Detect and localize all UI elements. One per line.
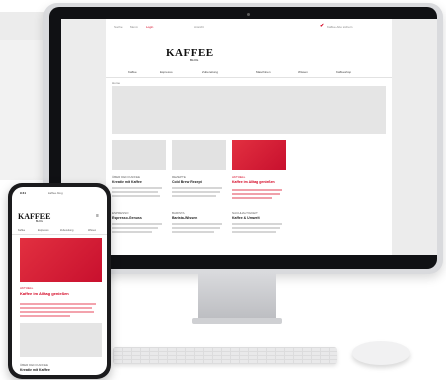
card-text-line	[232, 193, 280, 195]
card-text-line	[112, 231, 152, 233]
card-text-line	[232, 189, 282, 191]
mouse	[352, 341, 410, 365]
card-text-line	[172, 231, 214, 233]
card-tag: ESPRESSO	[112, 211, 129, 215]
featured-card-image[interactable]	[232, 140, 286, 170]
featured-text-line	[20, 307, 92, 309]
utility-link-login[interactable]: Login	[146, 25, 153, 29]
site-logo-sub: BLOG	[190, 58, 199, 62]
status-time: 9:41	[20, 191, 27, 195]
card-text-line	[232, 227, 280, 229]
breadcrumb[interactable]: Home	[112, 81, 120, 85]
nav-item-zubereitung[interactable]: Zubereitung	[60, 229, 73, 232]
site-logo-sub: BLOG	[36, 220, 43, 223]
card-text-line	[172, 227, 220, 229]
card-text-line	[112, 223, 162, 225]
card-text-line	[172, 191, 220, 193]
featured-text-line	[20, 303, 96, 305]
promo-icon: ✔	[320, 23, 325, 29]
utility-link-search[interactable]: Suche	[114, 25, 123, 29]
nav-item-kaffee[interactable]: Kaffee	[18, 229, 25, 232]
article-image[interactable]	[20, 323, 102, 357]
camera-icon	[247, 13, 250, 16]
featured-tag: AKTUELL	[20, 286, 34, 290]
featured-text-line	[20, 315, 70, 317]
menu-icon[interactable]: ≡	[96, 213, 99, 219]
hero-image[interactable]	[112, 86, 386, 134]
phone-screen: 9:41 kaffee.blog KAFFEE BLOG ≡ Kaffee Es…	[12, 187, 107, 375]
nav-item-zubereitung[interactable]: Zubereitung	[202, 70, 218, 74]
featured-image[interactable]	[20, 238, 102, 282]
nav-divider	[106, 77, 392, 78]
utility-link-menu[interactable]: Menü	[130, 25, 138, 29]
featured-title[interactable]: Kaffee im Alltag genießen	[20, 291, 100, 296]
card-tag: ÜBER DEN KAFFEE	[112, 175, 141, 179]
site-logo[interactable]: KAFFEE	[18, 212, 50, 221]
card-text-line	[112, 195, 160, 197]
card-image[interactable]	[172, 140, 226, 170]
nav-item-wissen[interactable]: Wissen	[88, 229, 96, 232]
card-image[interactable]	[112, 140, 166, 170]
promo-link[interactable]: Kaffee-Abo sichern	[327, 25, 352, 29]
utility-link-view[interactable]: Ansicht	[194, 25, 204, 29]
card-title[interactable]: Barista-Wissen	[172, 216, 226, 220]
card-text-line	[112, 187, 162, 189]
nav-item-kaffeeshop[interactable]: Kaffeeshop	[336, 70, 351, 74]
card-text-line	[232, 197, 272, 199]
monitor-foot	[192, 318, 282, 324]
card-text-line	[172, 195, 216, 197]
card-title[interactable]: Kaffee & Umwelt	[232, 216, 286, 220]
keyboard	[113, 347, 337, 364]
card-text-line	[112, 191, 158, 193]
article-tag: ÜBER DEN KAFFEE	[20, 363, 49, 367]
nav-item-espresso[interactable]: Espresso	[38, 229, 48, 232]
article-title[interactable]: Kreativ mit Kaffee	[20, 368, 50, 372]
nav-item-espresso[interactable]: Espresso	[160, 70, 173, 74]
card-text-line	[112, 227, 158, 229]
card-tag: REZEPTE	[172, 175, 186, 179]
address-bar[interactable]: kaffee.blog	[48, 191, 63, 195]
desktop-website: Suche Menü Login Ansicht ✔ Kaffee-Abo si…	[106, 19, 392, 255]
card-text-line	[232, 223, 282, 225]
card-tag: BARISTA	[172, 211, 185, 215]
card-text-line	[172, 223, 222, 225]
nav-item-maschinen[interactable]: Maschinen	[256, 70, 271, 74]
card-text-line	[172, 187, 222, 189]
featured-text-line	[20, 311, 94, 313]
nav-divider	[12, 234, 107, 235]
card-tag: AKTUELL	[232, 175, 246, 179]
card-title[interactable]: Kreativ mit Kaffee	[112, 180, 166, 184]
nav-item-wissen[interactable]: Wissen	[298, 70, 308, 74]
monitor-stand	[198, 272, 276, 320]
nav-item-kaffee[interactable]: Kaffee	[128, 70, 137, 74]
card-tag: NACHHALTIGKEIT	[232, 211, 258, 215]
card-title[interactable]: Cold Brew Rezept	[172, 180, 226, 184]
monitor-screen: Suche Menü Login Ansicht ✔ Kaffee-Abo si…	[61, 19, 437, 255]
card-title[interactable]: Espresso-Genuss	[112, 216, 166, 220]
smartphone: 9:41 kaffee.blog KAFFEE BLOG ≡ Kaffee Es…	[8, 183, 111, 379]
card-text-line	[232, 231, 276, 233]
card-title[interactable]: Kaffee im Alltag genießen	[232, 180, 286, 184]
